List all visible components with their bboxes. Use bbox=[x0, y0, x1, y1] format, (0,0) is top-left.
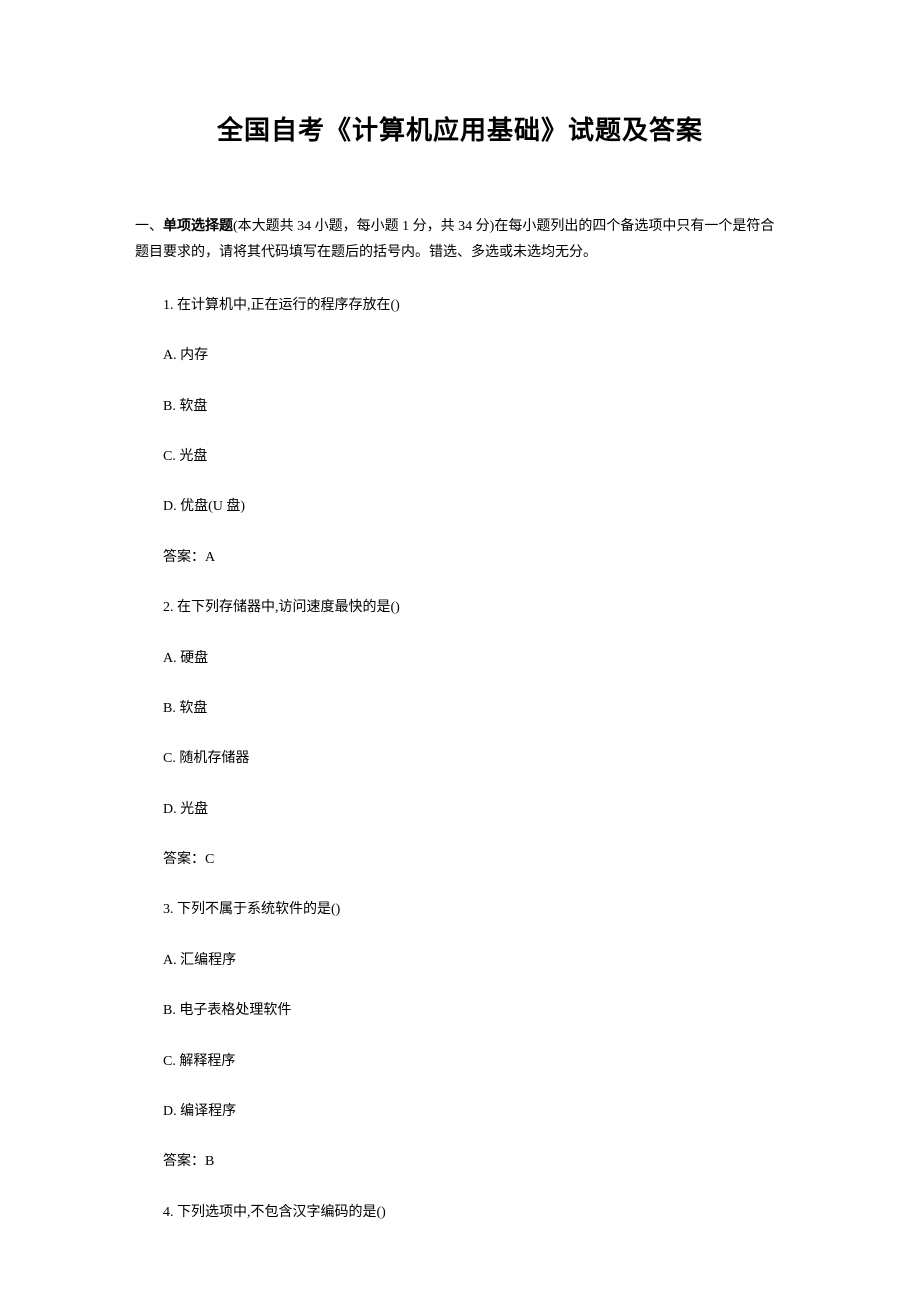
option-b: B. 电子表格处理软件 bbox=[163, 1000, 785, 1022]
answer: 答案：A bbox=[163, 547, 785, 569]
question-stem: 2. 在下列存储器中,访问速度最快的是() bbox=[163, 597, 785, 619]
question-stem: 3. 下列不属于系统软件的是() bbox=[163, 899, 785, 921]
option-d: D. 优盘(U 盘) bbox=[163, 496, 785, 518]
option-b: B. 软盘 bbox=[163, 396, 785, 418]
section-name: 单项选择题 bbox=[163, 217, 233, 233]
option-d: D. 编译程序 bbox=[163, 1101, 785, 1123]
question-stem: 1. 在计算机中,正在运行的程序存放在() bbox=[163, 295, 785, 317]
option-b: B. 软盘 bbox=[163, 698, 785, 720]
option-a: A. 硬盘 bbox=[163, 648, 785, 670]
section-prefix: 一、 bbox=[135, 219, 163, 234]
answer: 答案：B bbox=[163, 1151, 785, 1173]
section-header: 一、单项选择题(本大题共 34 小题，每小题 1 分，共 34 分)在每小题列出… bbox=[135, 212, 785, 267]
option-c: C. 随机存储器 bbox=[163, 748, 785, 770]
option-d: D. 光盘 bbox=[163, 799, 785, 821]
option-c: C. 解释程序 bbox=[163, 1051, 785, 1073]
questions-container: 1. 在计算机中,正在运行的程序存放在() A. 内存 B. 软盘 C. 光盘 … bbox=[163, 295, 785, 1224]
document-title: 全国自考《计算机应用基础》试题及答案 bbox=[135, 110, 785, 152]
question-stem: 4. 下列选项中,不包含汉字编码的是() bbox=[163, 1202, 785, 1224]
answer: 答案：C bbox=[163, 849, 785, 871]
option-a: A. 内存 bbox=[163, 345, 785, 367]
option-c: C. 光盘 bbox=[163, 446, 785, 468]
option-a: A. 汇编程序 bbox=[163, 950, 785, 972]
